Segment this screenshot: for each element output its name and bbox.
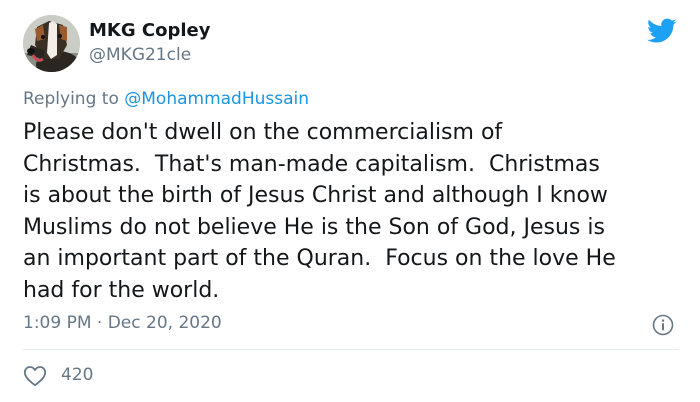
- dog-avatar-image: [23, 15, 80, 72]
- tweet-line: an important part of the Quran. Focus on…: [23, 246, 616, 271]
- reply-context: Replying to @MohammadHussain: [23, 89, 309, 109]
- like-count: 420: [61, 365, 94, 385]
- tweet-line: is about the birth of Jesus Christ and a…: [23, 183, 608, 208]
- tweet-card: MKG Copley @MKG21cle Replying to @Mohamm…: [0, 0, 700, 402]
- info-icon[interactable]: [652, 314, 674, 336]
- divider: [23, 349, 679, 350]
- tweet-date: Dec 20, 2020: [107, 313, 222, 333]
- meta-separator: ·: [96, 313, 103, 333]
- tweet-line: Christmas. That's man-made capitalism. C…: [23, 151, 600, 177]
- avatar[interactable]: [23, 15, 80, 72]
- reply-mention-link[interactable]: @MohammadHussain: [124, 89, 309, 109]
- tweet-text: Please don't dwell on the commercialism …: [23, 117, 683, 306]
- twitter-bird-icon[interactable]: [647, 18, 677, 44]
- heart-outline-icon[interactable]: [23, 365, 47, 387]
- reply-prefix: Replying to: [23, 89, 119, 109]
- tweet-timestamp[interactable]: 1:09 PM · Dec 20, 2020: [23, 313, 222, 333]
- tweet-line: had for the world.: [23, 277, 220, 303]
- tweet-line: Please don't dwell on the commercialism …: [23, 120, 503, 145]
- author-handle[interactable]: @MKG21cle: [89, 45, 191, 65]
- tweet-time: 1:09 PM: [23, 313, 92, 333]
- author-display-name[interactable]: MKG Copley: [89, 20, 210, 41]
- tweet-line: Muslims do not believe He is the Son of …: [23, 214, 605, 240]
